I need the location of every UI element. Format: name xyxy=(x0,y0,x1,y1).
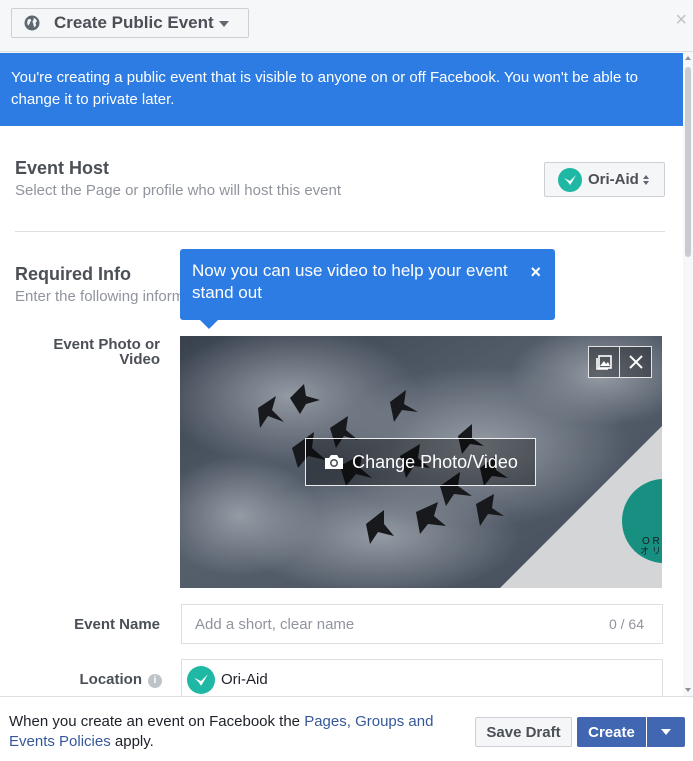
policy-notice: When you create an event on Facebook the… xyxy=(9,712,449,752)
tooltip-close-icon[interactable]: × xyxy=(530,263,541,281)
location-avatar xyxy=(187,665,215,694)
event-host-subtitle: Select the Page or profile who will host… xyxy=(15,182,342,199)
photo-tools xyxy=(588,346,652,378)
close-icon[interactable]: × xyxy=(675,10,687,30)
required-info-title: Required Info xyxy=(15,264,131,284)
save-draft-button[interactable]: Save Draft xyxy=(475,717,572,747)
close-icon xyxy=(628,355,643,369)
dialog-content: Event Host Select the Page or profile wh… xyxy=(0,126,683,696)
chevron-down-icon xyxy=(218,21,229,27)
scrollbar[interactable] xyxy=(683,53,693,696)
public-event-notice: You're creating a public event that is v… xyxy=(0,53,683,126)
location-label: Location xyxy=(79,671,143,688)
create-options-button[interactable] xyxy=(647,717,685,747)
change-photo-label: Change Photo/Video xyxy=(352,451,518,472)
event-type-label: Create Public Event xyxy=(54,13,214,32)
scroll-up-icon[interactable] xyxy=(685,56,691,60)
photo-gallery-icon xyxy=(596,355,612,370)
scrollbar-thumb[interactable] xyxy=(685,67,691,257)
host-avatar xyxy=(558,167,582,192)
reposition-photo-button[interactable] xyxy=(588,346,620,378)
character-counter: 0 / 64 xyxy=(608,616,644,632)
sort-arrows-icon xyxy=(642,174,649,185)
host-selector[interactable]: Ori-Aid xyxy=(544,162,665,197)
event-cover-photo[interactable]: O R オ リ Change Photo/Video xyxy=(180,336,662,588)
chevron-down-icon xyxy=(661,729,671,735)
crane-logo-icon xyxy=(194,673,208,686)
location-value: Ori-Aid xyxy=(221,671,268,688)
camera-icon xyxy=(325,455,344,469)
event-name-field[interactable]: Add a short, clear name 0 / 64 xyxy=(181,604,663,644)
info-icon[interactable]: i xyxy=(148,674,162,688)
globe-icon xyxy=(24,15,40,31)
section-divider xyxy=(15,231,665,232)
event-host-title: Event Host xyxy=(15,158,110,178)
dialog-header: Create Public Event × xyxy=(0,0,693,52)
location-field[interactable]: Ori-Aid xyxy=(181,659,663,696)
video-tip-tooltip: Now you can use video to help your event… xyxy=(180,249,555,329)
required-info-subtitle: Enter the following inform xyxy=(15,288,185,305)
event-photo-label: Event Photo or Video xyxy=(53,336,160,368)
event-name-label: Event Name xyxy=(74,616,160,633)
host-name: Ori-Aid xyxy=(588,171,639,188)
crane-logo-icon xyxy=(564,174,576,185)
policy-suffix: apply. xyxy=(110,733,154,750)
remove-photo-button[interactable] xyxy=(620,346,652,378)
scroll-down-icon[interactable] xyxy=(685,688,691,692)
policy-prefix: When you create an event on Facebook the xyxy=(9,713,305,730)
event-type-selector[interactable]: Create Public Event xyxy=(11,8,249,38)
change-photo-video-button[interactable]: Change Photo/Video xyxy=(305,438,536,486)
event-name-placeholder: Add a short, clear name xyxy=(195,615,355,633)
tooltip-text: Now you can use video to help your event… xyxy=(192,261,508,302)
location-label-row: Location i xyxy=(40,672,162,688)
dialog-footer: When you create an event on Facebook the… xyxy=(0,696,693,761)
create-button[interactable]: Create xyxy=(577,717,646,747)
